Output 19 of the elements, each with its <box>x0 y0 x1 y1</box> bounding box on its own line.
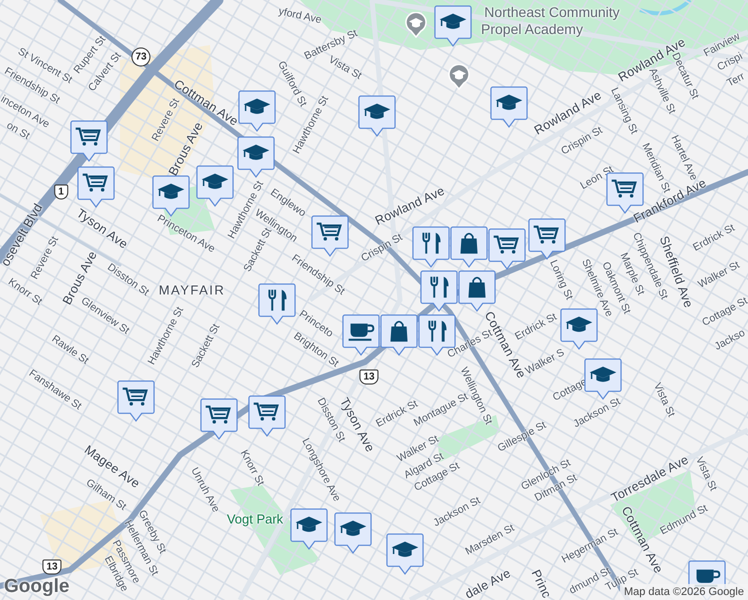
route-shield: 1 <box>54 184 68 200</box>
street-label: Terr <box>726 71 746 89</box>
place-label: Propel Academy <box>481 22 583 36</box>
park-label: Vogt Park <box>226 512 284 526</box>
street-label: yford Ave <box>278 6 322 26</box>
road-label: dale Ave <box>463 566 513 600</box>
street-label: Unruh Ave <box>188 466 222 514</box>
street-label: Vista St <box>652 381 676 419</box>
street-label: Loring St <box>548 258 574 302</box>
map-attribution: Map data ©2026 Google <box>620 584 748 600</box>
street-label: on St <box>4 120 32 142</box>
street-label: Knorr St <box>238 448 266 488</box>
neighborhood-label: MAYFAIR <box>158 284 226 296</box>
route-shield: 13 <box>359 370 379 384</box>
route-shield: 13 <box>42 560 62 574</box>
map-logo: Google <box>4 576 70 598</box>
street-label: Vista St <box>694 455 718 493</box>
place-label: Northeast Community <box>484 5 620 19</box>
road-label: Princ <box>529 568 553 600</box>
